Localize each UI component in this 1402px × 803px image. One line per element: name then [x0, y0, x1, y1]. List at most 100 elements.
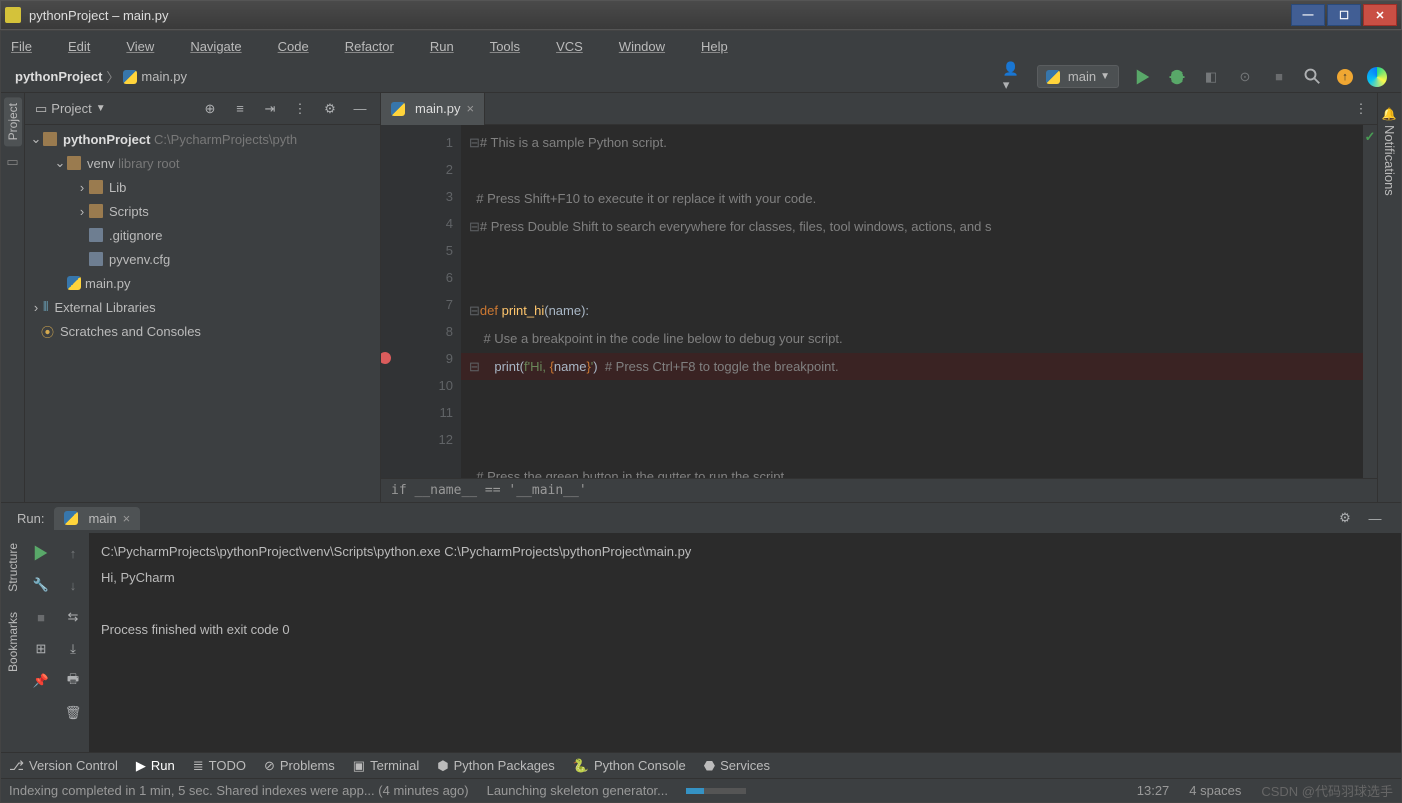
menu-window[interactable]: Window: [619, 39, 683, 54]
tree-gitignore[interactable]: .gitignore: [25, 223, 380, 247]
close-button[interactable]: ✕: [1363, 4, 1397, 26]
launching-status[interactable]: Launching skeleton generator...: [487, 783, 668, 798]
tree-scratches[interactable]: ⦿Scratches and Consoles: [25, 319, 380, 343]
folder-tool-icon[interactable]: ▭: [6, 154, 18, 170]
bt-terminal[interactable]: ▣ Terminal: [353, 758, 419, 774]
hide-icon[interactable]: —: [350, 99, 370, 119]
run-button[interactable]: [1133, 67, 1153, 87]
trash-icon[interactable]: 🗑: [63, 703, 83, 723]
tree-venv[interactable]: ⌄venv library root: [25, 151, 380, 175]
status-time: 13:27: [1137, 783, 1170, 798]
project-panel: ▭ Project ▼ ⊕ ≡ ⇥ ⋮ ⚙ — ⌄pythonProject C…: [25, 93, 381, 502]
tree-lib[interactable]: ›Lib: [25, 175, 380, 199]
options-icon[interactable]: ⋮: [290, 99, 310, 119]
tree-main[interactable]: main.py: [25, 271, 380, 295]
statusbar: Indexing completed in 1 min, 5 sec. Shar…: [1, 778, 1401, 802]
bt-python-packages[interactable]: ⬢ Python Packages: [437, 758, 555, 774]
run-gear-icon[interactable]: ⚙: [1335, 508, 1355, 528]
bt-problems[interactable]: ⊘ Problems: [264, 758, 335, 774]
run-config-selector[interactable]: main ▼: [1037, 65, 1119, 88]
tree-pyvenv[interactable]: pyvenv.cfg: [25, 247, 380, 271]
ide-update-icon[interactable]: ↑: [1337, 69, 1353, 85]
jetbrains-toolbox-icon[interactable]: [1367, 67, 1387, 87]
tree-root[interactable]: ⌄pythonProject C:\PycharmProjects\pyth: [25, 127, 380, 151]
wrap-icon[interactable]: ⇆: [63, 607, 83, 627]
status-indent[interactable]: 4 spaces: [1189, 783, 1241, 798]
menu-navigate[interactable]: Navigate: [190, 39, 259, 54]
rerun-icon[interactable]: [31, 543, 51, 563]
gear-icon[interactable]: ⚙: [320, 99, 340, 119]
bt-todo[interactable]: ≣ TODO: [193, 758, 246, 774]
titlebar: pythonProject – main.py — ☐ ✕: [0, 0, 1402, 30]
search-button[interactable]: [1303, 67, 1323, 87]
breadcrumb-project[interactable]: pythonProject: [15, 69, 102, 84]
tree-external[interactable]: ›⫴External Libraries: [25, 295, 380, 319]
run-toolbar-right: ↑ ↓ ⇆ ⤓ 🖶 🗑: [57, 533, 89, 752]
bt-python-console[interactable]: 🐍 Python Console: [573, 758, 686, 774]
indexing-status[interactable]: Indexing completed in 1 min, 5 sec. Shar…: [9, 783, 469, 798]
menu-refactor[interactable]: Refactor: [345, 39, 412, 54]
tabs-options-icon[interactable]: ⋮: [1351, 99, 1371, 119]
run-label: Run:: [17, 511, 44, 526]
bt-services[interactable]: ⬣ Services: [704, 758, 770, 774]
layout-icon[interactable]: ⊞: [31, 639, 51, 659]
minimize-button[interactable]: —: [1291, 4, 1325, 26]
python-file-icon: [123, 70, 137, 84]
editor-scrollbar[interactable]: ✓: [1363, 125, 1377, 478]
breadcrumb-file[interactable]: main.py: [141, 69, 187, 84]
menu-help[interactable]: Help: [701, 39, 746, 54]
coverage-button[interactable]: ◧: [1201, 67, 1221, 87]
project-tree[interactable]: ⌄pythonProject C:\PycharmProjects\pyth ⌄…: [25, 125, 380, 502]
bookmarks-tool-tab[interactable]: Bookmarks: [4, 606, 22, 678]
menu-view[interactable]: View: [126, 39, 172, 54]
close-tab-icon[interactable]: ×: [467, 101, 475, 116]
bottom-tool-tabs: ⎇ Version Control ▶ Run ≣ TODO ⊘ Problem…: [1, 752, 1401, 778]
window-title: pythonProject – main.py: [29, 8, 1289, 23]
menu-edit[interactable]: Edit: [68, 39, 108, 54]
expand-icon[interactable]: ≡: [230, 99, 250, 119]
stop-button[interactable]: ■: [1269, 67, 1289, 87]
run-toolbar-left: 🔧 ■ ⊞ 📌: [25, 533, 57, 752]
user-icon[interactable]: 👤▾: [1003, 67, 1023, 87]
wrench-icon[interactable]: 🔧: [31, 575, 51, 595]
pycharm-icon: [5, 7, 21, 23]
print-icon[interactable]: 🖶: [63, 671, 83, 691]
menu-vcs[interactable]: VCS: [556, 39, 601, 54]
up-icon[interactable]: ↑: [63, 543, 83, 563]
collapse-icon[interactable]: ⇥: [260, 99, 280, 119]
run-config-name: main: [1068, 69, 1096, 84]
editor-tab-main[interactable]: main.py ×: [381, 93, 485, 125]
tree-scripts[interactable]: ›Scripts: [25, 199, 380, 223]
locate-icon[interactable]: ⊕: [200, 99, 220, 119]
code-breadcrumb[interactable]: if __name__ == '__main__': [381, 478, 1377, 502]
right-tool-strip: 🔔 Notifications: [1377, 93, 1401, 502]
down-icon[interactable]: ↓: [63, 575, 83, 595]
bt-version-control[interactable]: ⎇ Version Control: [9, 758, 118, 774]
scroll-icon[interactable]: ⤓: [63, 639, 83, 659]
breakpoint-gutter[interactable]: [381, 125, 405, 478]
run-hide-icon[interactable]: —: [1365, 508, 1385, 528]
navbar: pythonProject 〉 main.py 👤▾ main ▼ ◧ ⊙ ■ …: [1, 61, 1401, 93]
left-tool-strip: Project ▭: [1, 93, 25, 502]
menu-file[interactable]: File: [11, 39, 50, 54]
pin-icon[interactable]: 📌: [31, 671, 51, 691]
profiler-button[interactable]: ⊙: [1235, 67, 1255, 87]
line-number-gutter[interactable]: 123 456 789 101112: [405, 125, 461, 478]
code-editor[interactable]: ⊟# This is a sample Python script. # Pre…: [461, 125, 1363, 478]
menu-run[interactable]: Run: [430, 39, 472, 54]
python-file-icon: [391, 102, 405, 116]
menu-tools[interactable]: Tools: [490, 39, 538, 54]
console-output[interactable]: C:\PycharmProjects\pythonProject\venv\Sc…: [89, 533, 1401, 752]
editor-area: main.py × ⋮ 123 456 789 101112 ⊟# This i…: [381, 93, 1377, 502]
progress-bar: [686, 788, 746, 794]
run-tab[interactable]: main×: [54, 507, 140, 530]
bt-run[interactable]: ▶ Run: [136, 758, 175, 774]
menu-code[interactable]: Code: [278, 39, 327, 54]
structure-tool-tab[interactable]: Structure: [4, 537, 22, 598]
project-tool-tab[interactable]: Project: [4, 97, 22, 146]
stop-icon[interactable]: ■: [31, 607, 51, 627]
maximize-button[interactable]: ☐: [1327, 4, 1361, 26]
notifications-tab[interactable]: 🔔 Notifications: [1380, 101, 1399, 202]
debug-button[interactable]: [1167, 67, 1187, 87]
watermark: CSDN @代码羽球选手: [1261, 781, 1393, 800]
